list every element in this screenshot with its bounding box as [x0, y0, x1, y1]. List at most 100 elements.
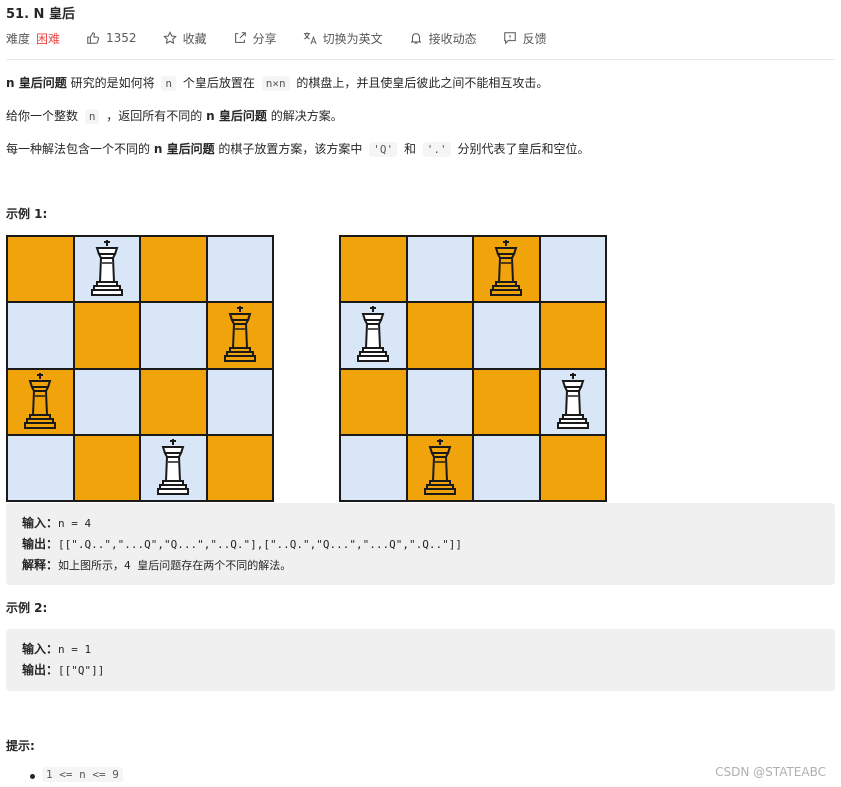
example-2-output-row: 输出：[["Q"]]	[22, 660, 835, 681]
board-cell	[140, 302, 207, 369]
board-cell	[73, 302, 140, 369]
description-paragraph-2: 给你一个整数 n ，返回所有不同的 n 皇后问题 的解决方案。	[6, 108, 343, 125]
board-cell	[7, 302, 74, 369]
feedback-label: 反馈	[522, 31, 547, 46]
board-cell	[473, 236, 540, 303]
switch-language-button[interactable]: 切换为英文	[303, 30, 383, 47]
board-cell	[539, 236, 606, 303]
board-cell	[206, 302, 273, 369]
inline-code: n	[84, 109, 100, 124]
example-1-input-row: 输入：n = 4	[22, 513, 835, 534]
board-cell	[140, 236, 207, 303]
board-cell	[340, 368, 407, 435]
board-cell	[340, 236, 407, 303]
board-cell	[406, 302, 473, 369]
subscribe-button[interactable]: 接收动态	[409, 30, 477, 47]
bold-term: n 皇后问题	[153, 142, 215, 156]
difficulty-label: 难度	[6, 31, 31, 46]
example-2-heading: 示例 2:	[6, 601, 48, 615]
favorite-button[interactable]: 收藏	[162, 30, 207, 47]
board-cell	[406, 236, 473, 303]
queen-icon	[24, 372, 57, 429]
inline-code: n×n	[261, 76, 290, 91]
text: 每一种解法包含一个不同的	[6, 142, 151, 156]
header-divider	[6, 59, 835, 60]
board-cell	[73, 434, 140, 501]
output-label: 输出：	[22, 537, 59, 551]
translate-icon	[303, 32, 317, 45]
description-paragraph-1: n 皇后问题 研究的是如何将 n 个皇后放置在 n×n 的棋盘上，并且使皇后彼此…	[6, 75, 548, 92]
text: ，返回所有不同的	[106, 109, 203, 123]
text: 和	[403, 142, 416, 156]
board-cell	[406, 434, 473, 501]
board-cell	[7, 236, 74, 303]
input-label: 输入：	[22, 516, 59, 530]
example-1-heading: 示例 1:	[6, 207, 48, 221]
board-cell	[206, 434, 273, 501]
text: 给你一个整数	[6, 109, 79, 123]
share-label: 分享	[252, 31, 277, 46]
share-icon	[234, 32, 246, 43]
queen-icon	[423, 438, 456, 495]
difficulty-badge: 困难	[36, 31, 61, 46]
share-button[interactable]: 分享	[233, 30, 277, 47]
board-cell	[340, 302, 407, 369]
example-1-output-row: 输出：[[".Q..","...Q","Q...","..Q."],["..Q.…	[22, 534, 835, 555]
example-2-code-block: 输入：n = 1 输出：[["Q"]]	[6, 629, 835, 691]
board-cell	[73, 368, 140, 435]
board-cell	[140, 434, 207, 501]
output-value: [["Q"]]	[58, 664, 105, 677]
hint-constraint: 1 <= n <= 9	[42, 767, 123, 782]
like-count: 1352	[106, 31, 137, 45]
queen-icon	[157, 438, 190, 495]
text: 的解决方案。	[270, 109, 343, 123]
chessboard-solution-2	[339, 235, 607, 502]
feedback-button[interactable]: 反馈	[503, 30, 547, 47]
problem-title: 51. N 皇后	[6, 7, 75, 22]
example-2-input-row: 输入：n = 1	[22, 639, 835, 660]
text: 的棋子放置方案，该方案中	[218, 142, 363, 156]
board-cell	[473, 434, 540, 501]
example-1-explain-row: 解释：如上图所示，4 皇后问题存在两个不同的解法。	[22, 555, 835, 576]
explain-label: 解释：	[22, 558, 59, 572]
subscribe-label: 接收动态	[428, 31, 477, 46]
example-1-code-block: 输入：n = 4 输出：[[".Q..","...Q","Q...","..Q.…	[6, 503, 835, 585]
board-cell	[473, 368, 540, 435]
hint-item: 1 <= n <= 9	[28, 767, 126, 782]
board-cell	[73, 236, 140, 303]
output-label: 输出：	[22, 663, 59, 677]
board-cell	[406, 368, 473, 435]
queen-icon	[357, 306, 390, 363]
board-cell	[539, 434, 606, 501]
inline-code: 'Q'	[369, 142, 398, 157]
bell-icon	[410, 33, 421, 44]
like-button[interactable]: 1352	[86, 31, 137, 45]
switch-language-label: 切换为英文	[322, 31, 383, 46]
star-icon	[162, 31, 177, 45]
input-value: n = 1	[58, 643, 92, 656]
board-cell	[539, 302, 606, 369]
queen-icon	[90, 240, 123, 297]
text: 的棋盘上，并且使皇后彼此之间不能相互攻击。	[296, 76, 549, 90]
chessboard-solution-1	[6, 235, 274, 502]
watermark: CSDN @STATEABC	[715, 765, 826, 779]
board-cell	[340, 434, 407, 501]
description-paragraph-3: 每一种解法包含一个不同的 n 皇后问题 的棋子放置方案，该方案中 'Q' 和 '…	[6, 141, 590, 158]
board-cell	[539, 368, 606, 435]
board-cell	[206, 236, 273, 303]
board-cell	[473, 302, 540, 369]
queen-icon	[223, 306, 256, 363]
bold-term: n 皇后问题	[206, 109, 267, 123]
output-value: [[".Q..","...Q","Q...","..Q."],["..Q.","…	[58, 538, 462, 551]
board-cell	[7, 434, 74, 501]
explain-value: 如上图所示，4 皇后问题存在两个不同的解法。	[58, 559, 292, 572]
favorite-label: 收藏	[182, 31, 207, 46]
feedback-icon	[503, 32, 516, 45]
queen-icon	[556, 372, 589, 429]
hints-heading: 提示:	[6, 739, 35, 753]
board-cell	[206, 368, 273, 435]
inline-code: '.'	[422, 142, 451, 157]
text: 研究的是如何将	[70, 76, 155, 90]
input-label: 输入：	[22, 642, 59, 656]
queen-icon	[490, 240, 523, 297]
